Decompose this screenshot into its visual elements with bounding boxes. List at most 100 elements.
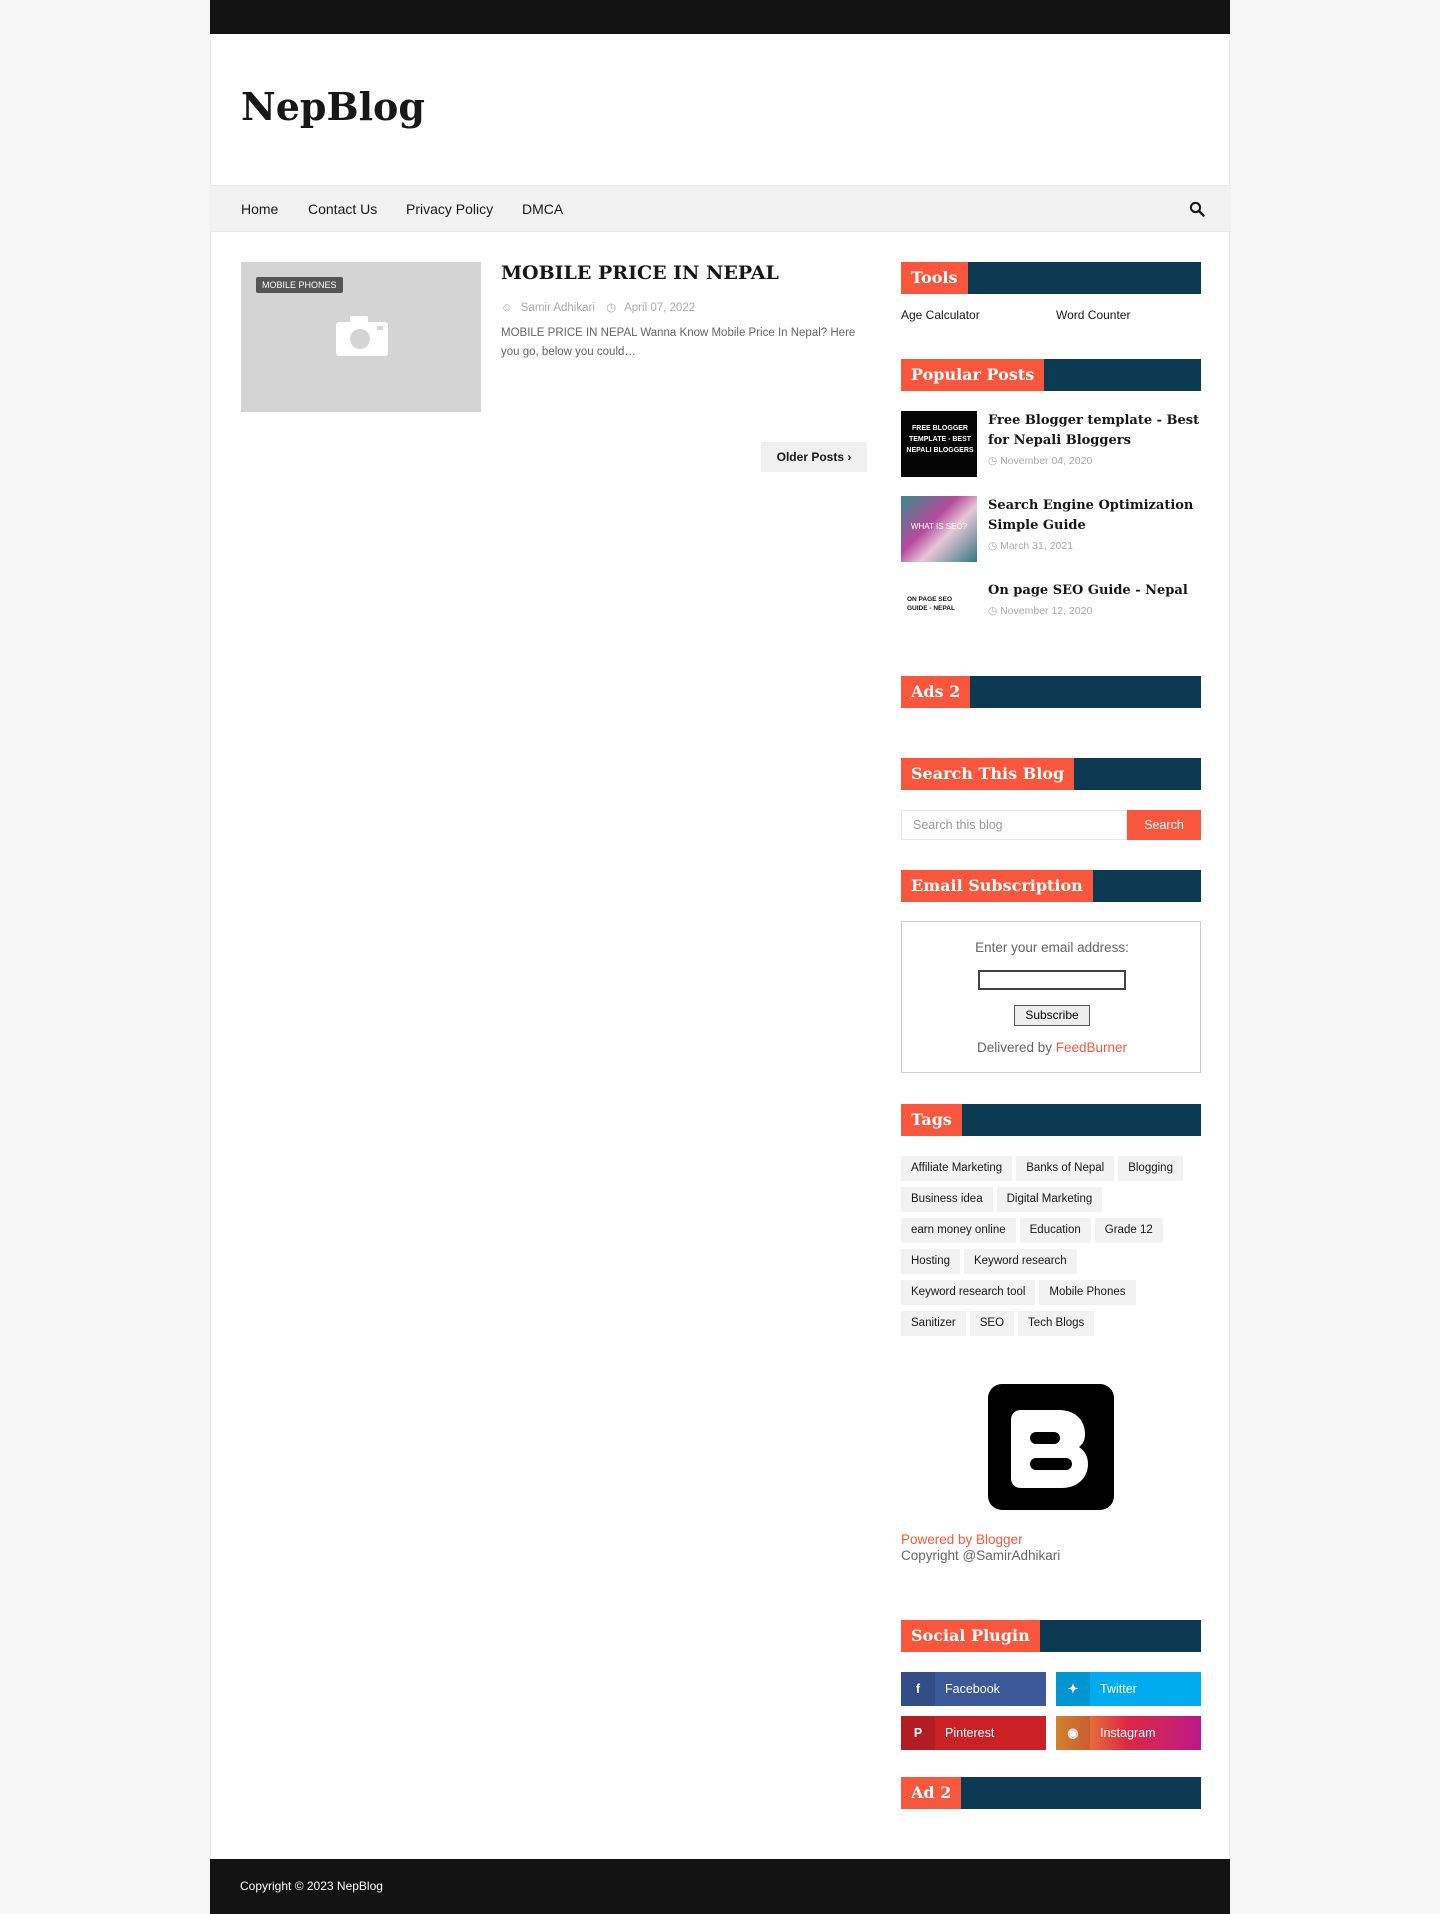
email-label: Enter your email address:: [975, 940, 1129, 955]
tool-link-word-counter[interactable]: Word Counter: [1056, 308, 1130, 322]
nav-item-contact-us[interactable]: Contact Us: [308, 186, 377, 232]
site-logo[interactable]: NepBlog: [241, 84, 425, 129]
tag-list: Affiliate Marketing Banks of Nepal Bloggin…: [901, 1156, 1201, 1342]
popular-post-title[interactable]: Free Blogger template - Best for Nepali …: [988, 411, 1201, 451]
facebook-button[interactable]: f Facebook: [901, 1672, 1046, 1706]
widget-title: Search This Blog: [901, 758, 1201, 790]
tag[interactable]: Banks of Nepal: [1016, 1156, 1115, 1181]
email-form: Enter your email address: Subscribe Deli…: [901, 921, 1201, 1073]
clock-icon: ◷: [606, 302, 617, 314]
widget-title-label: Ad 2: [901, 1777, 962, 1809]
twitter-button[interactable]: ✦ Twitter: [1056, 1672, 1201, 1706]
social-label: Twitter: [1100, 1682, 1137, 1696]
tool-link-age-calculator[interactable]: Age Calculator: [901, 308, 980, 322]
post-thumbnail[interactable]: MOBILE PHONES: [241, 262, 481, 412]
widget-title: Ad 2: [901, 1777, 1201, 1809]
tag[interactable]: SEO: [969, 1311, 1015, 1336]
popular-post-item[interactable]: FREE BLOGGER TEMPLATE - BEST NEPALI BLOG…: [901, 411, 1201, 477]
tag[interactable]: Grade 12: [1094, 1218, 1163, 1243]
user-icon: ☺: [501, 302, 513, 314]
delivered-by: Delivered by FeedBurner: [902, 1040, 1202, 1055]
widget-title: Tags: [901, 1104, 1201, 1136]
post-label[interactable]: MOBILE PHONES: [256, 277, 343, 293]
popular-post-thumbnail[interactable]: FREE BLOGGER TEMPLATE - BEST NEPALI BLOG…: [901, 411, 977, 477]
widget-title: Tools: [901, 262, 1201, 294]
social-plugin-widget: Social Plugin f Facebook ✦ Twitter P Pinter…: [901, 1620, 1201, 1750]
tag[interactable]: Hosting: [901, 1249, 960, 1274]
tag[interactable]: Keyword research tool: [901, 1280, 1036, 1305]
popular-post-thumbnail[interactable]: WHAT IS SEO?: [901, 496, 977, 562]
post-snippet: MOBILE PRICE IN NEPAL Wanna Know Mobile …: [501, 327, 856, 358]
popular-post-date-text: November 12, 2020: [1000, 605, 1093, 617]
main-nav: Home Contact Us Privacy Policy DMCA: [211, 185, 1231, 232]
older-posts-button[interactable]: Older Posts ›: [761, 442, 867, 472]
social-label: Instagram: [1100, 1726, 1156, 1740]
delivered-by-text: Delivered by: [976, 1040, 1056, 1055]
tag[interactable]: Business idea: [901, 1187, 993, 1212]
subscribe-button[interactable]: Subscribe: [1014, 1005, 1090, 1026]
page-container: NepBlog Home Contact Us Privacy Policy D…: [210, 34, 1231, 1859]
powered-by-blogger-link[interactable]: Powered by Blogger: [901, 1532, 1023, 1547]
ad-widget: Ad 2: [901, 1777, 1201, 1809]
blogger-icon[interactable]: [988, 1384, 1114, 1510]
ads-widget: Ads 2: [901, 676, 1201, 708]
post-author[interactable]: Samir Adhikari: [521, 302, 595, 314]
widget-title-label: Tools: [901, 262, 968, 294]
feedburner-link[interactable]: FeedBurner: [1056, 1040, 1127, 1055]
tag[interactable]: Affiliate Marketing: [901, 1156, 1013, 1181]
popular-post-date: ◷ November 04, 2020: [988, 455, 1093, 467]
thumbnail-text: FREE BLOGGER TEMPLATE - BEST NEPALI BLOG…: [906, 425, 974, 454]
widget-title: Email Subscription: [901, 870, 1201, 902]
popular-post-title[interactable]: Search Engine Optimization Simple Guide: [988, 496, 1201, 536]
social-label: Facebook: [945, 1682, 1000, 1696]
popular-post-item[interactable]: ON PAGE SEO GUIDE - NEPAL On page SEO Gu…: [901, 581, 1201, 647]
pinterest-icon: P: [901, 1716, 935, 1750]
popular-post-date-text: March 31, 2021: [1000, 540, 1074, 552]
tag[interactable]: Blogging: [1118, 1156, 1183, 1181]
email-field[interactable]: [978, 970, 1126, 990]
widget-title-label: Search This Blog: [901, 758, 1075, 790]
widget-title: Social Plugin: [901, 1620, 1201, 1652]
tag[interactable]: Tech Blogs: [1018, 1311, 1095, 1336]
popular-post-date-text: November 04, 2020: [1000, 455, 1093, 467]
pinterest-button[interactable]: P Pinterest: [901, 1716, 1046, 1750]
widget-title: Ads 2: [901, 676, 1201, 708]
popular-post-date: ◷ November 12, 2020: [988, 605, 1093, 617]
nav-item-privacy-policy[interactable]: Privacy Policy: [406, 186, 493, 232]
tag[interactable]: Keyword research: [964, 1249, 1077, 1274]
social-label: Pinterest: [945, 1726, 995, 1740]
nav-item-dmca[interactable]: DMCA: [522, 186, 563, 232]
popular-post-item[interactable]: WHAT IS SEO? Search Engine Optimization …: [901, 496, 1201, 562]
tools-widget: Tools Age Calculator Word Counter: [901, 262, 1201, 332]
post-meta: ☺ Samir Adhikari ◷ April 07, 2022: [501, 300, 703, 314]
tag[interactable]: Sanitizer: [901, 1311, 966, 1336]
tag[interactable]: earn money online: [901, 1218, 1016, 1243]
search-button[interactable]: Search: [1127, 810, 1201, 840]
widget-title-label: Social Plugin: [901, 1620, 1040, 1652]
popular-post-thumbnail[interactable]: ON PAGE SEO GUIDE - NEPAL: [901, 581, 977, 647]
thumbnail-text: ON PAGE SEO GUIDE - NEPAL: [907, 596, 955, 612]
tag[interactable]: Mobile Phones: [1039, 1280, 1136, 1305]
tag[interactable]: Education: [1019, 1218, 1091, 1243]
nav-item-home[interactable]: Home: [241, 186, 278, 232]
instagram-button[interactable]: ◉ Instagram: [1056, 1716, 1201, 1750]
camera-icon: [336, 316, 388, 356]
facebook-icon: f: [901, 1672, 935, 1706]
top-bar: [210, 0, 1230, 34]
email-subscription-widget: Email Subscription Enter your email addr…: [901, 870, 1201, 1075]
popular-post-title[interactable]: On page SEO Guide - Nepal: [988, 581, 1201, 601]
tag[interactable]: Digital Marketing: [996, 1187, 1103, 1212]
search-input[interactable]: Search this blog: [901, 810, 1127, 840]
twitter-icon: ✦: [1056, 1672, 1090, 1706]
search-icon[interactable]: [1189, 201, 1205, 217]
chevron-right-icon: ›: [847, 450, 852, 464]
attribution-widget: Powered by Blogger Copyright @SamirAdhik…: [901, 1384, 1201, 1584]
search-blog-widget: Search This Blog Search this blog Search: [901, 758, 1201, 842]
thumbnail-text: WHAT IS SEO?: [910, 522, 968, 531]
popular-post-date: ◷ March 31, 2021: [988, 540, 1074, 552]
older-posts-label: Older Posts: [776, 450, 844, 464]
tags-widget: Tags Affiliate Marketing Banks of Nepal Bl…: [901, 1104, 1201, 1336]
post-title[interactable]: MOBILE PRICE IN NEPAL: [501, 262, 779, 284]
widget-title: Popular Posts: [901, 359, 1201, 391]
widget-title-label: Email Subscription: [901, 870, 1093, 902]
